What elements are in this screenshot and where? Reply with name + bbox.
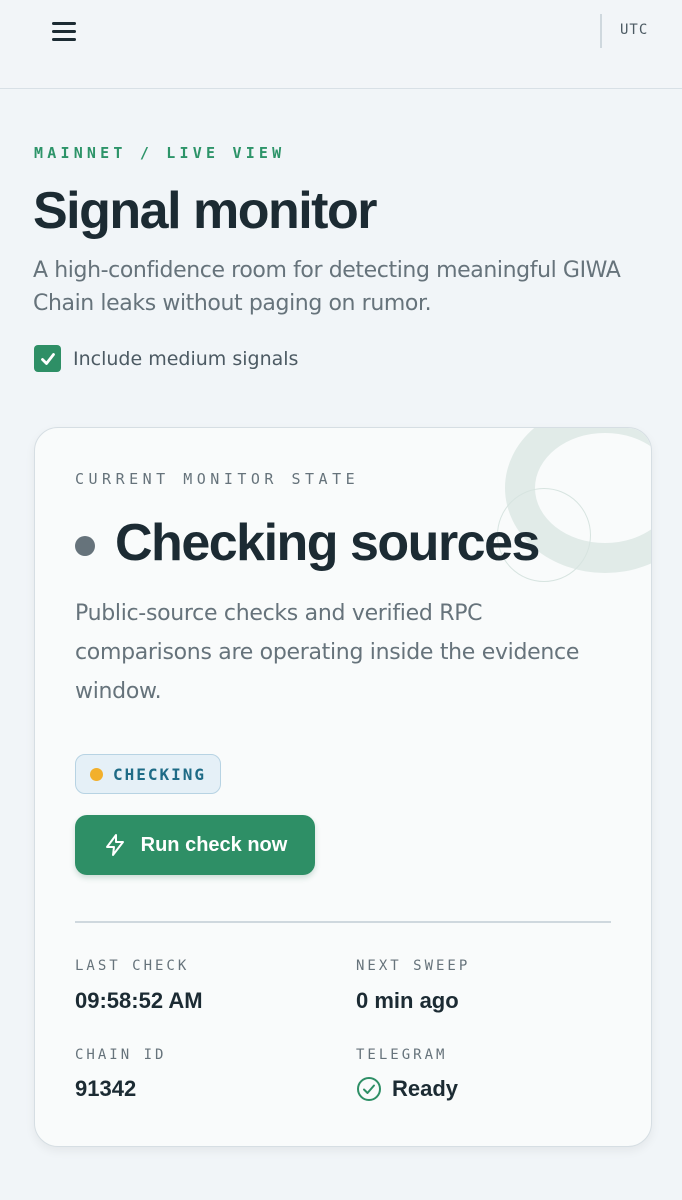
page-subtitle: A high-confidence room for detecting mea… <box>33 258 621 316</box>
status-dot-icon <box>90 767 103 781</box>
card-divider <box>75 921 611 923</box>
hamburger-menu-icon[interactable] <box>48 18 80 46</box>
last-check-value: 09:58:52 AM <box>75 988 203 1013</box>
state-indicator-dot <box>75 536 95 556</box>
checkbox-checked-icon[interactable] <box>34 345 61 372</box>
telegram-value: Ready <box>392 1076 459 1101</box>
check-circle-icon <box>357 1077 381 1101</box>
include-medium-label: Include medium signals <box>73 347 299 370</box>
state-description: Public-source checks and verified RPC co… <box>75 601 580 704</box>
status-badge-label: CHECKING <box>113 764 207 784</box>
state-title: Checking sources <box>115 514 540 572</box>
run-check-button[interactable]: Run check now <box>75 815 315 875</box>
card-eyebrow: CURRENT MONITOR STATE <box>75 470 360 488</box>
lightning-icon <box>105 834 124 856</box>
chain-id-value: 91342 <box>75 1076 137 1101</box>
timezone-label: UTC <box>620 22 649 38</box>
chain-id-label: CHAIN ID <box>75 1047 167 1063</box>
last-check-label: LAST CHECK <box>75 958 190 974</box>
next-sweep-label: NEXT SWEEP <box>356 958 471 974</box>
status-badge: CHECKING <box>75 754 222 794</box>
breadcrumb: MAINNET / LIVE VIEW <box>34 144 286 162</box>
include-medium-toggle[interactable]: Include medium signals <box>34 345 298 372</box>
top-bar: UTC <box>0 0 682 89</box>
telegram-status: Ready <box>356 1076 458 1102</box>
header-divider <box>600 14 602 48</box>
next-sweep-value: 0 min ago <box>356 988 459 1013</box>
run-check-label: Run check now <box>140 833 288 856</box>
monitor-state-card: CURRENT MONITOR STATE Checking sources P… <box>34 427 652 1147</box>
telegram-label: TELEGRAM <box>356 1047 448 1063</box>
page-title: Signal monitor <box>33 182 378 240</box>
